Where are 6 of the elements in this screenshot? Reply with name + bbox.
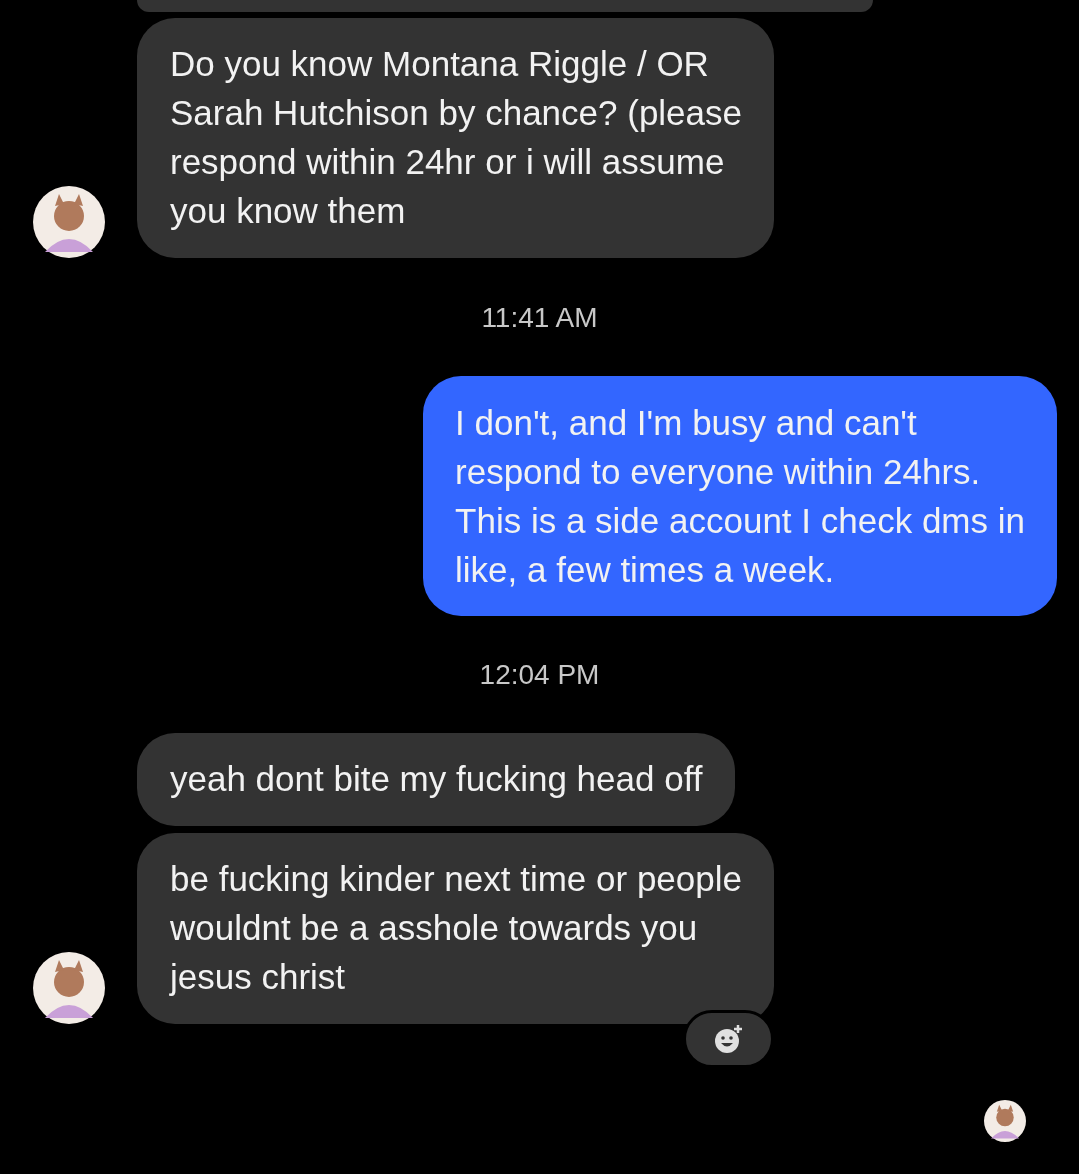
timestamp: 12:04 PM <box>478 658 601 692</box>
message-bubble: I don't, and I'm busy and can't respond to everyone within 24hrs. This is a side account I check dms in like, a few times a week. <box>423 376 1057 616</box>
message-bubble: yeah dont bite my fucking head off <box>137 733 735 826</box>
timestamp: 11:41 AM <box>480 301 599 335</box>
smiley-plus-icon <box>712 1023 745 1055</box>
message-bubble: Do you know Montana Riggle / OR Sarah Hutchison by chance? (please respond within 24hr or i will assume you know them <box>137 18 774 258</box>
